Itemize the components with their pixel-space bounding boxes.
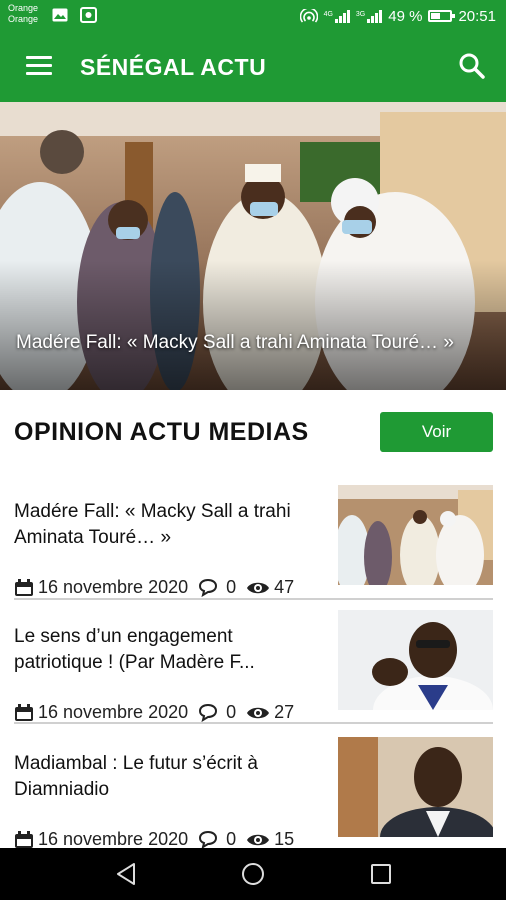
article-meta: 16 novembre 2020 0 15 <box>14 829 294 850</box>
signal-strength-icon: 4G <box>324 9 350 23</box>
comments-icon <box>199 703 218 722</box>
hamburger-menu-icon[interactable] <box>22 52 58 82</box>
article-date: 16 novembre 2020 <box>38 829 189 849</box>
views-icon <box>247 707 270 718</box>
signal-strength-icon-2: 3G <box>355 9 383 23</box>
calendar-icon <box>15 830 33 848</box>
screenshot-notification-icon <box>80 7 97 23</box>
app-bar: SÉNÉGAL ACTU <box>0 32 506 102</box>
network-type-label: 4G <box>323 11 333 18</box>
article-comment-count: 0 <box>226 702 237 722</box>
status-bar: Orange Orange 4G 3G 49 % 20:51 <box>0 0 506 32</box>
hotspot-icon <box>299 9 318 23</box>
article-meta: 16 novembre 2020 0 27 <box>14 702 294 723</box>
search-icon[interactable] <box>456 50 488 82</box>
system-navigation-bar <box>0 848 506 900</box>
article-date: 16 novembre 2020 <box>38 577 189 597</box>
article-title: Madiambal : Le futur s’écrit à Diamniadi… <box>14 753 258 800</box>
article-title: Le sens d’un engagement patriotique ! (P… <box>14 626 255 673</box>
recent-apps-icon[interactable] <box>366 860 396 888</box>
article-view-count: 47 <box>274 577 295 597</box>
carrier-line-2: Orange <box>8 14 39 24</box>
views-icon <box>247 582 270 593</box>
featured-article[interactable]: Madére Fall: « Macky Sall a trahi Aminat… <box>0 102 506 390</box>
comments-icon <box>199 830 218 849</box>
divider <box>14 722 493 724</box>
status-indicators: 4G 3G 49 % 20:51 <box>299 6 496 26</box>
article-thumbnail <box>338 485 493 585</box>
divider <box>14 598 493 600</box>
battery-icon <box>428 10 456 22</box>
section-title: OPINION ACTU MEDIAS <box>14 418 309 446</box>
article-comment-count: 0 <box>226 829 237 849</box>
comments-icon <box>199 578 218 597</box>
calendar-icon <box>15 703 33 721</box>
carrier-line-1: Orange <box>8 3 39 13</box>
app-title: SÉNÉGAL ACTU <box>80 54 267 80</box>
article-comment-count: 0 <box>226 577 237 597</box>
voir-button[interactable]: Voir <box>380 412 493 452</box>
views-icon <box>247 834 270 845</box>
home-icon[interactable] <box>238 860 268 888</box>
article-date: 16 novembre 2020 <box>38 702 189 722</box>
article-view-count: 27 <box>274 702 295 722</box>
back-icon[interactable] <box>112 860 142 888</box>
battery-percent: 49 % <box>388 7 423 25</box>
article-thumbnail <box>338 737 493 837</box>
article-meta: 16 novembre 2020 0 47 <box>14 577 294 598</box>
article-item-2[interactable]: Le sens d’un engagement patriotique ! (P… <box>0 610 506 742</box>
article-thumbnail <box>338 610 493 710</box>
article-title: Madére Fall: « Macky Sall a trahi Aminat… <box>14 501 291 548</box>
featured-article-title: Madére Fall: « Macky Sall a trahi Aminat… <box>16 332 454 353</box>
clock: 20:51 <box>458 7 496 25</box>
carrier-label: Orange Orange <box>8 3 38 25</box>
article-view-count: 15 <box>274 829 295 849</box>
calendar-icon <box>15 578 33 596</box>
image-notification-icon <box>52 8 68 22</box>
network-type-label-2: 3G <box>355 11 366 18</box>
